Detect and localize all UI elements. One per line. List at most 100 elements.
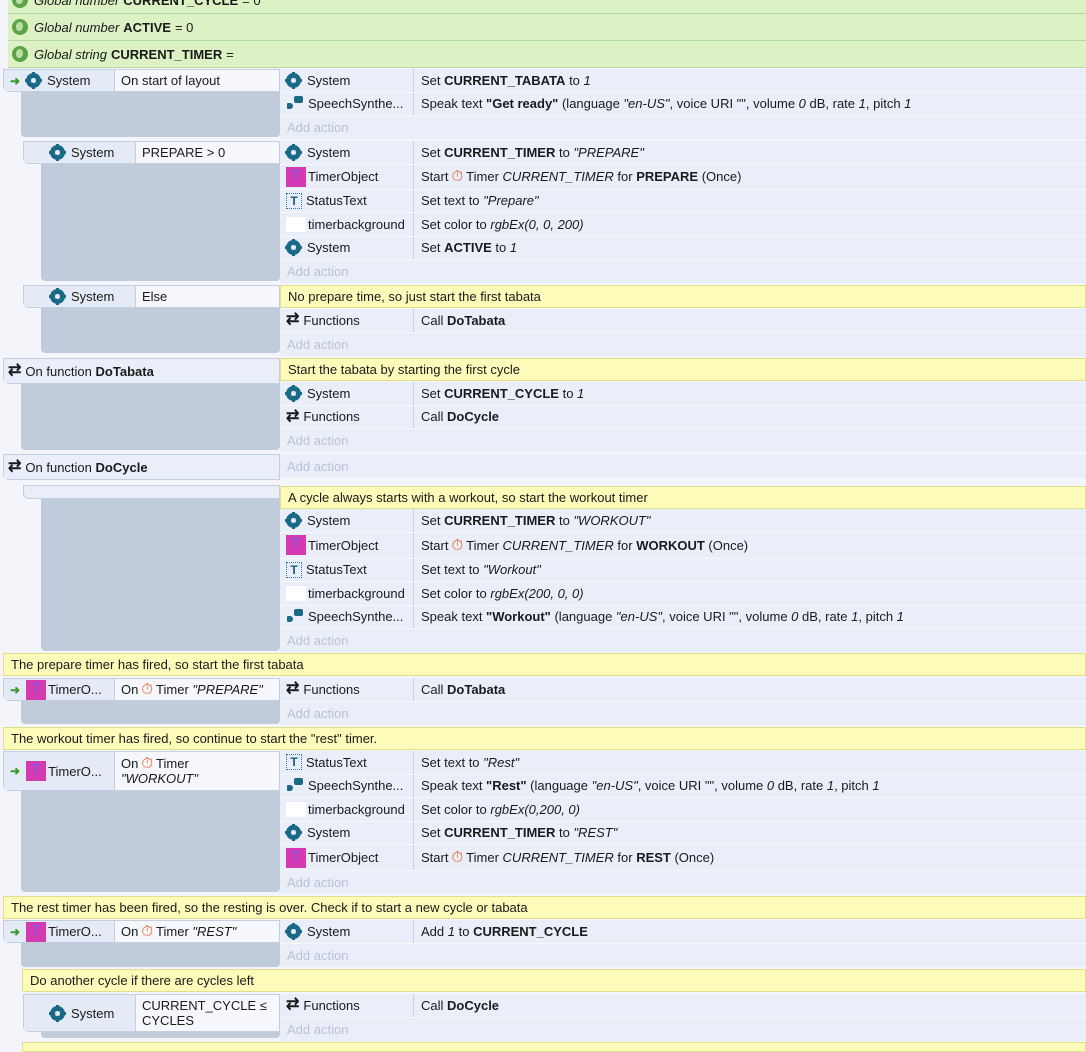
functions-icon: ⇄ bbox=[286, 680, 300, 698]
function-docycle-header[interactable]: ⇄ On function DoCycle bbox=[3, 454, 280, 480]
add-action-button[interactable]: Add action bbox=[280, 429, 1086, 452]
add-action-button[interactable]: Add action bbox=[280, 871, 1086, 894]
3-post: to bbox=[555, 825, 574, 841]
action-row[interactable]: System Set CURRENT_TABATA to 1 bbox=[280, 69, 1086, 93]
add-action-button[interactable]: Add action bbox=[280, 116, 1086, 139]
comment[interactable]: The prepare timer has fired, so start th… bbox=[3, 653, 1086, 676]
add-action-button[interactable]: Add action bbox=[280, 1018, 1086, 1041]
system-gear-icon bbox=[49, 1004, 66, 1022]
action-row[interactable]: timerbackground Set color to rgbEx(0, 0,… bbox=[280, 213, 1086, 237]
event-on-timer-prepare-condition[interactable]: ➜ T TimerO... On ⏱ Timer "PREPARE" bbox=[3, 678, 280, 701]
2-pre: Set text to bbox=[421, 562, 484, 578]
event-start-of-layout-condition[interactable]: ➜ System On start of layout bbox=[3, 69, 280, 92]
action-row[interactable]: ⇄ Functions Call DoCycle bbox=[280, 405, 1086, 429]
event-else-condition[interactable]: System Else bbox=[23, 285, 280, 308]
action-row[interactable]: T StatusText Set text to "Rest" bbox=[280, 751, 1086, 775]
action-row[interactable]: T TimerObject Start ⏱ Timer CURRENT_TIMER f… bbox=[280, 164, 1086, 190]
4-pre: Set bbox=[421, 240, 445, 256]
text-segment: Start ⏱ Timer CURRENT_TIMER for WORKOUT (O… bbox=[414, 537, 748, 554]
1-pre: Speak text bbox=[421, 96, 487, 112]
action-row[interactable]: SpeechSynthe... Speak text "Get ready" (… bbox=[280, 92, 1086, 116]
0-pre: Set text to bbox=[421, 754, 484, 770]
objects-system: System bbox=[307, 923, 351, 939]
global-variable-active[interactable]: Global number ACTIVE = 0 bbox=[8, 14, 1086, 41]
add-action-button[interactable]: Add action bbox=[280, 944, 1086, 967]
comment[interactable]: No prepare time, so just start the first… bbox=[280, 285, 1086, 308]
action-row[interactable]: SpeechSynthe... Speak text "Rest" (langu… bbox=[280, 774, 1086, 798]
actions-on-workout: T StatusText Set text to "Rest" SpeechSyn… bbox=[280, 751, 1086, 894]
action-row[interactable]: timerbackground Set color to rgbEx(200, … bbox=[280, 582, 1086, 606]
0-ital: "Rest" bbox=[483, 754, 520, 770]
objects-speech: SpeechSynthe... bbox=[308, 96, 404, 112]
1-pre: Call bbox=[421, 409, 448, 425]
text-segment: System bbox=[280, 382, 414, 405]
text-segment: Set color to rgbEx(0, 0, 200) bbox=[414, 217, 584, 232]
event-prepare-condition[interactable]: System PREPARE > 0 bbox=[23, 141, 280, 164]
action-row[interactable]: System Set CURRENT_CYCLE to 1 bbox=[280, 382, 1086, 406]
objects-system: System bbox=[307, 825, 351, 841]
add-action-button[interactable]: Add action bbox=[280, 333, 1086, 356]
event-on-timer-workout-condition[interactable]: ➜ T TimerO... On ⏱ Timer "WORKOUT" bbox=[3, 751, 280, 791]
global-variable-current-cycle[interactable]: Global number CURRENT_CYCLE = 0 bbox=[8, 0, 1086, 14]
function-dotabata-header[interactable]: ⇄ On function DoTabata bbox=[3, 358, 280, 384]
event-on-timer-rest-condition[interactable]: ➜ T TimerO... On ⏱ Timer "REST" bbox=[3, 920, 280, 943]
3-pre: Set color to bbox=[421, 216, 491, 232]
comment[interactable]: Start the tabata by starting the first c… bbox=[280, 358, 1086, 381]
labels-on: On bbox=[121, 682, 139, 697]
1-i4: 1 bbox=[904, 96, 912, 112]
4-post: to bbox=[491, 240, 510, 256]
comment[interactable]: The workout timer has fired, so continue… bbox=[3, 727, 1086, 750]
do-cycle-function: DoCycle bbox=[95, 459, 148, 475]
add-action-button[interactable]: Add action bbox=[280, 629, 1086, 652]
action-row[interactable]: System Set CURRENT_TIMER to "PREPARE" bbox=[280, 141, 1086, 165]
action-row[interactable]: timerbackground Set color to rgbEx(0,200… bbox=[280, 798, 1086, 822]
4-rest: (Once) bbox=[670, 850, 715, 865]
1-post: for bbox=[613, 537, 637, 553]
functions-icon: ⇄ bbox=[286, 311, 300, 329]
text-segment: Call DoCycle bbox=[414, 998, 499, 1013]
action-row[interactable]: T StatusText Set text to "Prepare" bbox=[280, 189, 1086, 213]
add-action-button[interactable]: Add action bbox=[280, 260, 1086, 283]
comment[interactable]: The rest timer has been fired, so the re… bbox=[3, 896, 1086, 919]
action-row[interactable]: System Set CURRENT_TIMER to "WORKOUT" bbox=[280, 509, 1086, 533]
text-segment: T StatusText bbox=[280, 751, 414, 774]
action-row[interactable]: T TimerObject Start ⏱ Timer CURRENT_TIMER f… bbox=[280, 845, 1086, 871]
text-segment: ➜ T TimerO... bbox=[4, 679, 115, 700]
3-pre: Set bbox=[421, 825, 445, 841]
action-row[interactable]: System Set ACTIVE to 1 bbox=[280, 236, 1086, 260]
text-segment: On ⏱ Timer bbox=[121, 756, 189, 771]
action-row[interactable]: ⇄ Functions Call DoCycle bbox=[280, 994, 1086, 1018]
0-ital: 1 bbox=[583, 72, 591, 88]
add-action-button[interactable]: Add action bbox=[280, 702, 1086, 725]
action-row[interactable]: System Add 1 to CURRENT_CYCLE bbox=[280, 920, 1086, 944]
comment[interactable]: Do another cycle if there are cycles lef… bbox=[22, 969, 1086, 992]
action-row[interactable]: System Set CURRENT_TIMER to "REST" bbox=[280, 821, 1086, 845]
4-r3: , pitch bbox=[858, 609, 897, 625]
event-cycles-left-condition[interactable]: System CURRENT_CYCLE ≤ CYCLES bbox=[23, 994, 280, 1032]
comment[interactable]: A cycle always starts with a workout, so… bbox=[280, 486, 1086, 509]
add-action-button[interactable]: Add action bbox=[280, 455, 1086, 478]
actions-prepare: System Set CURRENT_TIMER to "PREPARE" TT… bbox=[280, 141, 1086, 283]
1-kind: Global number bbox=[34, 19, 120, 35]
action-row[interactable]: ⇄ Functions Call DoTabata bbox=[280, 678, 1086, 702]
text-segment: Call DoCycle bbox=[414, 409, 499, 424]
comment[interactable] bbox=[22, 1042, 1086, 1052]
objects-timer-short: TimerO... bbox=[48, 924, 102, 939]
timer-object-icon: T bbox=[26, 679, 47, 700]
action-row[interactable]: SpeechSynthe... Speak text "Workout" (la… bbox=[280, 605, 1086, 629]
globe-icon bbox=[12, 0, 28, 8]
text-segment: Set color to rgbEx(0,200, 0) bbox=[414, 802, 580, 817]
system-gear-icon bbox=[285, 239, 302, 257]
text-segment: Set CURRENT_TABATA to 1 bbox=[414, 73, 591, 88]
global-variable-current-timer[interactable]: Global string CURRENT_TIMER = bbox=[8, 41, 1086, 68]
3-pre: Set color to bbox=[421, 585, 491, 601]
objects-system: System bbox=[71, 1005, 115, 1021]
action-row[interactable]: T StatusText Set text to "Workout" bbox=[280, 558, 1086, 582]
1-bold: DoCycle bbox=[447, 409, 500, 425]
action-row[interactable]: T TimerObject Start ⏱ Timer CURRENT_TIMER f… bbox=[280, 532, 1086, 559]
text-segment: System bbox=[280, 509, 414, 532]
docycle-subevent-condition[interactable] bbox=[23, 485, 280, 499]
cycles-left-condition-line2: CYCLES bbox=[142, 1013, 195, 1028]
event-body bbox=[41, 163, 280, 281]
action-row[interactable]: ⇄ Functions Call DoTabata bbox=[280, 309, 1086, 333]
